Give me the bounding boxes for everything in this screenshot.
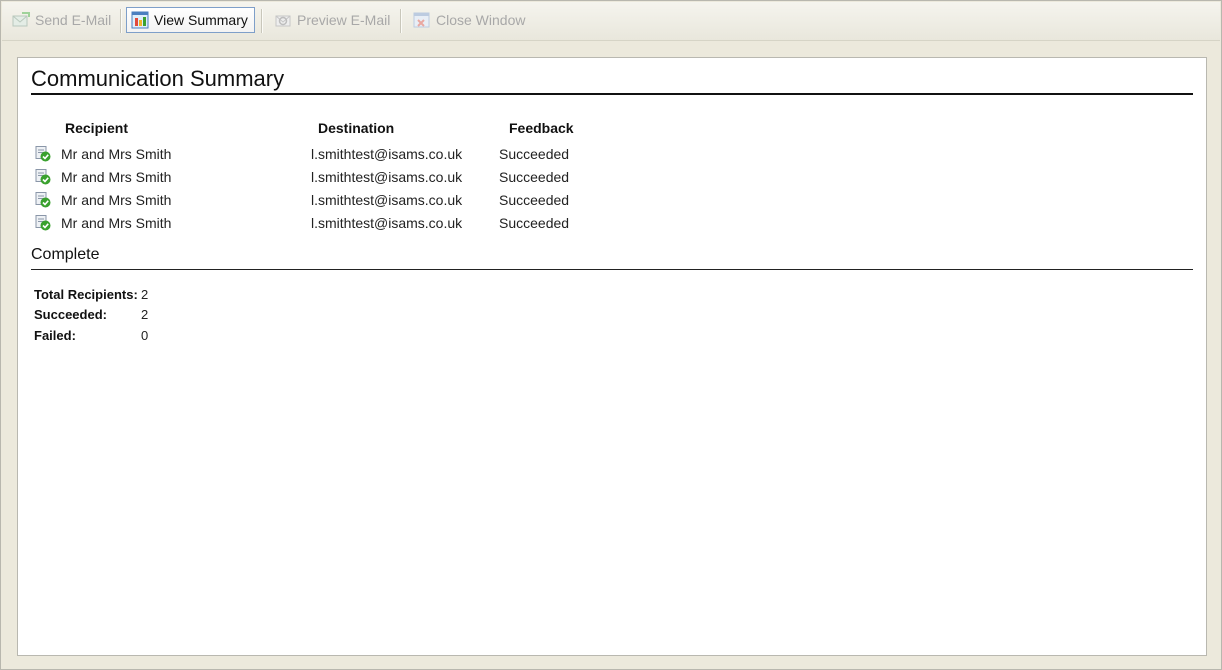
send-email-button[interactable]: Send E-Mail: [8, 7, 117, 33]
preview-email-label: Preview E-Mail: [297, 12, 391, 28]
view-summary-icon: [131, 11, 149, 29]
recipient-success-icon: [35, 146, 51, 162]
view-summary-label: View Summary: [154, 12, 248, 28]
recipient-feedback: Succeeded: [499, 169, 570, 185]
recipient-name: Mr and Mrs Smith: [61, 215, 172, 231]
preview-email-icon: [274, 11, 292, 29]
column-header-feedback: Feedback: [509, 120, 574, 136]
close-window-icon: [413, 11, 431, 29]
recipient-success-icon: [35, 169, 51, 185]
recipient-name: Mr and Mrs Smith: [61, 169, 172, 185]
toolbar: Send E-Mail View Summary Preview E-Mail …: [2, 2, 1220, 41]
column-header-recipient: Recipient: [65, 120, 129, 136]
total-recipients-value: 2: [141, 287, 149, 302]
communication-window: Send E-Mail View Summary Preview E-Mail …: [0, 0, 1222, 670]
recipient-name: Mr and Mrs Smith: [61, 192, 172, 208]
page-title: Communication Summary: [31, 66, 285, 91]
toolbar-separator: [400, 9, 402, 33]
recipient-destination: l.smithtest@isams.co.uk: [311, 192, 463, 208]
recipient-feedback: Succeeded: [499, 215, 570, 231]
recipient-destination: l.smithtest@isams.co.uk: [311, 169, 463, 185]
complete-divider: [31, 269, 1193, 270]
succeeded-value: 2: [141, 307, 149, 322]
complete-section-title: Complete: [31, 246, 100, 263]
recipient-success-icon: [35, 192, 51, 208]
failed-label: Failed:: [34, 328, 76, 343]
summary-panel: Communication Summary Recipient Destinat…: [17, 57, 1207, 656]
preview-email-button[interactable]: Preview E-Mail: [270, 7, 396, 33]
succeeded-label: Succeeded:: [34, 307, 107, 322]
column-header-destination: Destination: [318, 120, 395, 136]
send-email-label: Send E-Mail: [35, 12, 112, 28]
table-row: Mr and Mrs Smith l.smithtest@isams.co.uk…: [18, 145, 1206, 167]
table-row: Mr and Mrs Smith l.smithtest@isams.co.uk…: [18, 214, 1206, 236]
recipient-destination: l.smithtest@isams.co.uk: [311, 215, 463, 231]
table-row: Mr and Mrs Smith l.smithtest@isams.co.uk…: [18, 191, 1206, 213]
recipient-destination: l.smithtest@isams.co.uk: [311, 146, 463, 162]
table-row: Mr and Mrs Smith l.smithtest@isams.co.uk…: [18, 168, 1206, 190]
toolbar-separator: [120, 9, 122, 33]
send-email-icon: [12, 11, 30, 29]
failed-value: 0: [141, 328, 149, 343]
recipient-name: Mr and Mrs Smith: [61, 146, 172, 162]
title-divider: [31, 93, 1193, 95]
close-window-label: Close Window: [436, 12, 526, 28]
recipient-success-icon: [35, 215, 51, 231]
toolbar-separator: [261, 9, 263, 33]
total-recipients-label: Total Recipients:: [34, 287, 138, 302]
recipient-feedback: Succeeded: [499, 146, 570, 162]
view-summary-button[interactable]: View Summary: [126, 7, 255, 33]
close-window-button[interactable]: Close Window: [409, 7, 531, 33]
recipient-feedback: Succeeded: [499, 192, 570, 208]
